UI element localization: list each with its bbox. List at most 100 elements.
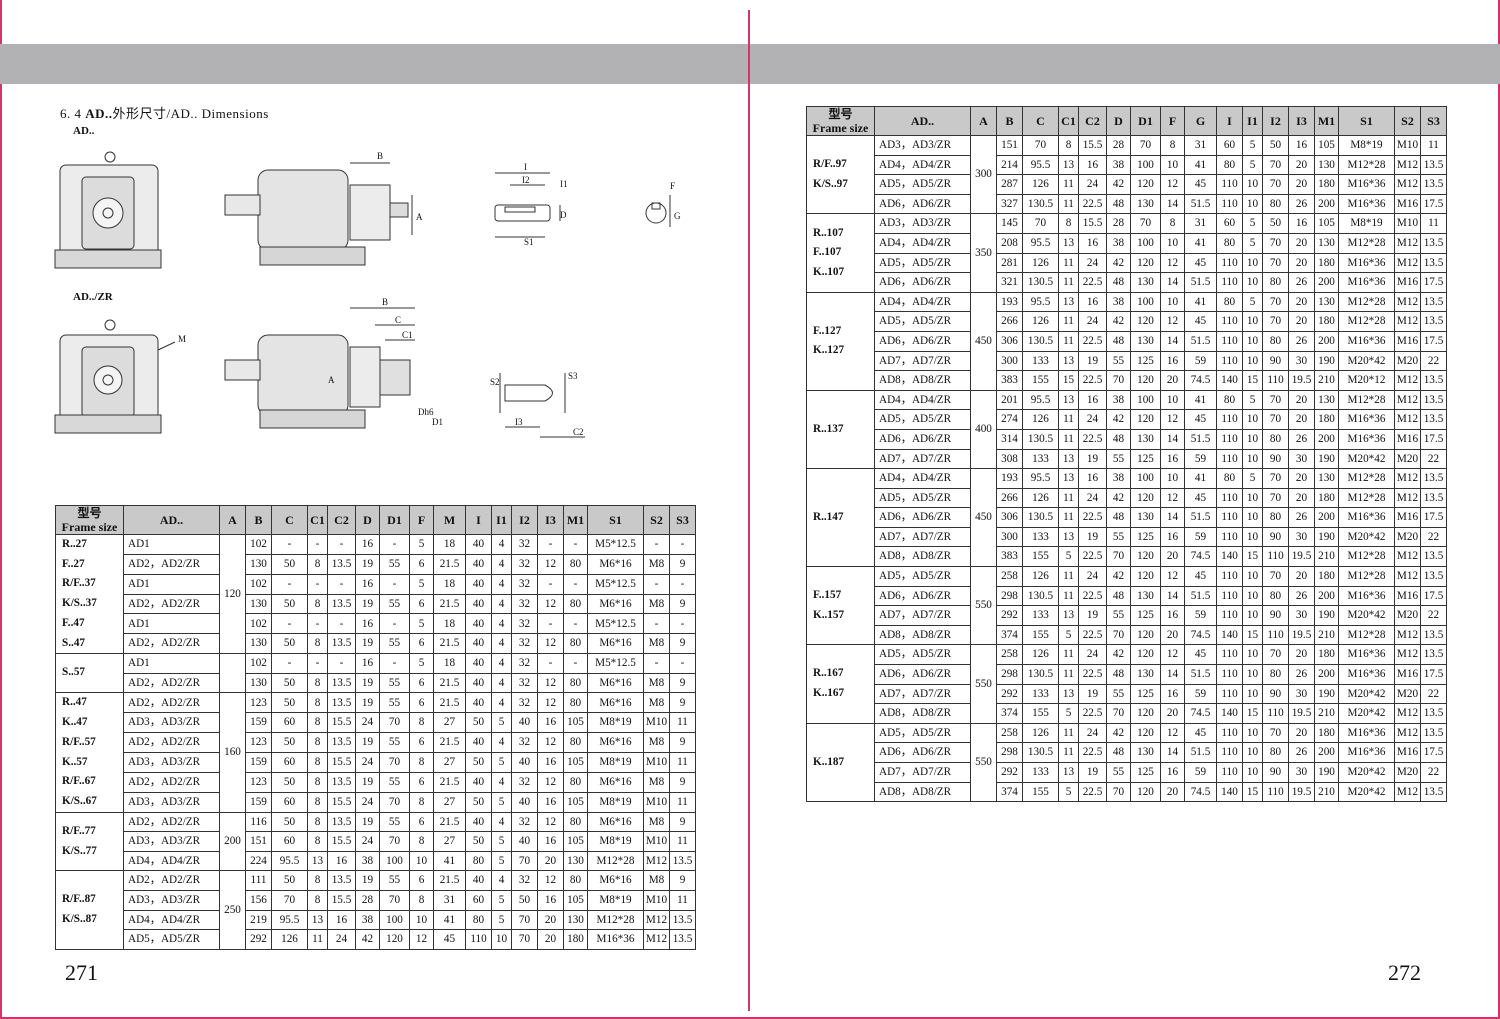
dimension-cell: 200 [1314, 507, 1339, 528]
dimension-cell: 17.5 [1420, 193, 1447, 215]
motor-adapter-cell: AD5，AD5/ZR [874, 174, 971, 195]
dimension-cell: 20 [1288, 566, 1315, 587]
dimension-cell: 10 [1242, 330, 1263, 352]
dimension-cell: 41 [1184, 232, 1217, 254]
dimension-cell: M16*36 [1338, 330, 1395, 352]
diagram-label: S3 [568, 371, 578, 381]
dimension-cell: 51.5 [1184, 330, 1217, 352]
dimension-cell: 24 [1078, 566, 1107, 587]
table-row: AD7，AD7/ZR 292 133 13 19 55 125 16 59 110 10 90 30 19… [807, 605, 1447, 626]
dimension-cell: 31 [433, 890, 466, 911]
dimension-drawings: B A I I2 I1 D S1 F G M B C C1 A Dh6 D1 S… [54, 151, 681, 438]
dimension-cell: 8 [307, 831, 328, 852]
dimension-cell: 8 [307, 751, 328, 773]
dimension-cell: 130 [1130, 428, 1161, 450]
diagram-label: S1 [524, 237, 534, 247]
column-header: M [433, 505, 466, 535]
dimension-cell: 70 [1106, 781, 1131, 803]
dimension-cell: 126 [1022, 644, 1059, 666]
dimension-cell: 5 [491, 751, 512, 773]
dimension-cell: 16 [327, 850, 356, 872]
dimension-cell: 13 [1058, 154, 1079, 176]
dimension-cell: 298 [996, 585, 1023, 607]
dimension-cell: - [537, 653, 564, 674]
dimension-cell: 130 [563, 850, 588, 872]
dimension-cell: M16 [1394, 272, 1421, 293]
dimension-cell: 13.5 [1420, 546, 1447, 568]
dimension-cell: 16 [1160, 448, 1185, 470]
table-row: AD3，AD3/ZR 156 70 8 15.5 28 70 8 31 60 5 50 16 105 M8*… [56, 890, 696, 911]
dimension-cell: 130 [1314, 291, 1339, 313]
dimension-cell: 19 [355, 771, 380, 793]
dimension-cell: 38 [1106, 291, 1131, 313]
dimension-cell: 40 [465, 534, 492, 555]
dimension-cell: 15 [1242, 781, 1263, 803]
dimension-cell: 12 [1160, 252, 1185, 274]
dimension-cell: 17.5 [1420, 272, 1447, 293]
dimension-cell: 14 [1160, 330, 1185, 352]
dimension-cell: M16 [1394, 428, 1421, 450]
column-header: I3 [1288, 106, 1315, 136]
dimension-cell: 130 [1314, 389, 1339, 411]
dimension-cell: M12*28 [1338, 546, 1395, 568]
motor-adapter-cell: AD4，AD4/ZR [123, 850, 220, 872]
dimension-cell: 17.5 [1420, 664, 1447, 685]
dimension-cell: 190 [1314, 683, 1339, 705]
column-header: G [1184, 106, 1217, 136]
column-header: I1 [491, 505, 512, 535]
dimension-cell: 22 [1420, 762, 1447, 783]
dimension-cell: 110 [1262, 781, 1289, 803]
dimension-cell: 10 [1242, 742, 1263, 763]
dimension-cell: 5 [491, 890, 512, 911]
dimension-cell: 13.5 [1420, 252, 1447, 274]
motor-adapter-cell: AD4，AD4/ZR [123, 909, 220, 931]
dimension-cell: 55 [379, 672, 410, 694]
dimension-cell: M8 [643, 692, 670, 714]
dimension-cell: 32 [511, 811, 538, 833]
dimension-cell: 110 [465, 929, 492, 950]
dimension-cell: 105 [563, 890, 588, 911]
dimension-cell: M16*36 [1338, 644, 1395, 666]
motor-adapter-cell: AD3，AD3/ZR [874, 213, 971, 234]
dimension-cell: 102 [245, 613, 272, 635]
a-dimension-cell: 550 [970, 566, 997, 646]
dimension-cell: 41 [1184, 468, 1217, 489]
dimension-cell: 80 [1262, 664, 1289, 685]
dimension-cell: 10 [1242, 605, 1263, 626]
dimension-cell: 16 [355, 534, 380, 555]
dimension-cell: 40 [511, 831, 538, 852]
dimension-cell: 10 [409, 909, 434, 931]
dimension-cell: 111 [245, 870, 272, 891]
dimension-cell: 10 [1242, 428, 1263, 450]
dimension-cell: 11 [1058, 409, 1079, 430]
dimension-cell: 100 [1130, 389, 1161, 411]
frame-size-cell: R..27 F..27 R/F..37 K/S..37 F..47 S..47 [55, 533, 124, 655]
dimension-cell: 13.5 [1420, 311, 1447, 332]
dimension-cell: 110 [1216, 526, 1243, 548]
table-row: R/F..87 K/S..87 AD2，AD2/ZR 250 111 50 8 13.5 19… [55, 870, 696, 950]
dimension-cell: 5 [1242, 135, 1263, 156]
dimension-cell: M12*28 [1338, 232, 1395, 254]
dimension-cell: 80 [1262, 272, 1289, 293]
frame-size-header: 型号 Frame size [55, 505, 124, 535]
dimension-cell: 20 [1288, 389, 1315, 411]
dimension-cell: 130.5 [1022, 193, 1059, 215]
dimension-cell: 120 [1130, 546, 1161, 568]
dimension-cell: M10 [643, 890, 670, 911]
frame-size-cell: F..127 K..127 [806, 291, 875, 391]
side-view-ad: B A [224, 151, 423, 266]
dimension-cell: 70 [1262, 232, 1289, 254]
dimension-cell: 32 [511, 613, 538, 635]
dimension-cell: 16 [1288, 213, 1315, 234]
dimension-cell: 50 [465, 831, 492, 852]
dimension-cell: 59 [1184, 762, 1217, 783]
motor-adapter-cell: AD2，AD2/ZR [123, 553, 220, 575]
dimension-cell: 116 [245, 811, 272, 833]
dimension-cell: 50 [271, 870, 308, 891]
dimension-cell: 110 [1216, 762, 1243, 783]
table-row: AD3，AD3/ZR 159 60 8 15.5 24 70 8 27 50 5 40 16 105 M8*… [56, 791, 696, 813]
dimension-cell: 130 [1314, 468, 1339, 489]
dimension-cell: 70 [1262, 311, 1289, 332]
dimension-cell: 11 [1058, 487, 1079, 509]
a-dimension-cell: 550 [970, 722, 997, 803]
